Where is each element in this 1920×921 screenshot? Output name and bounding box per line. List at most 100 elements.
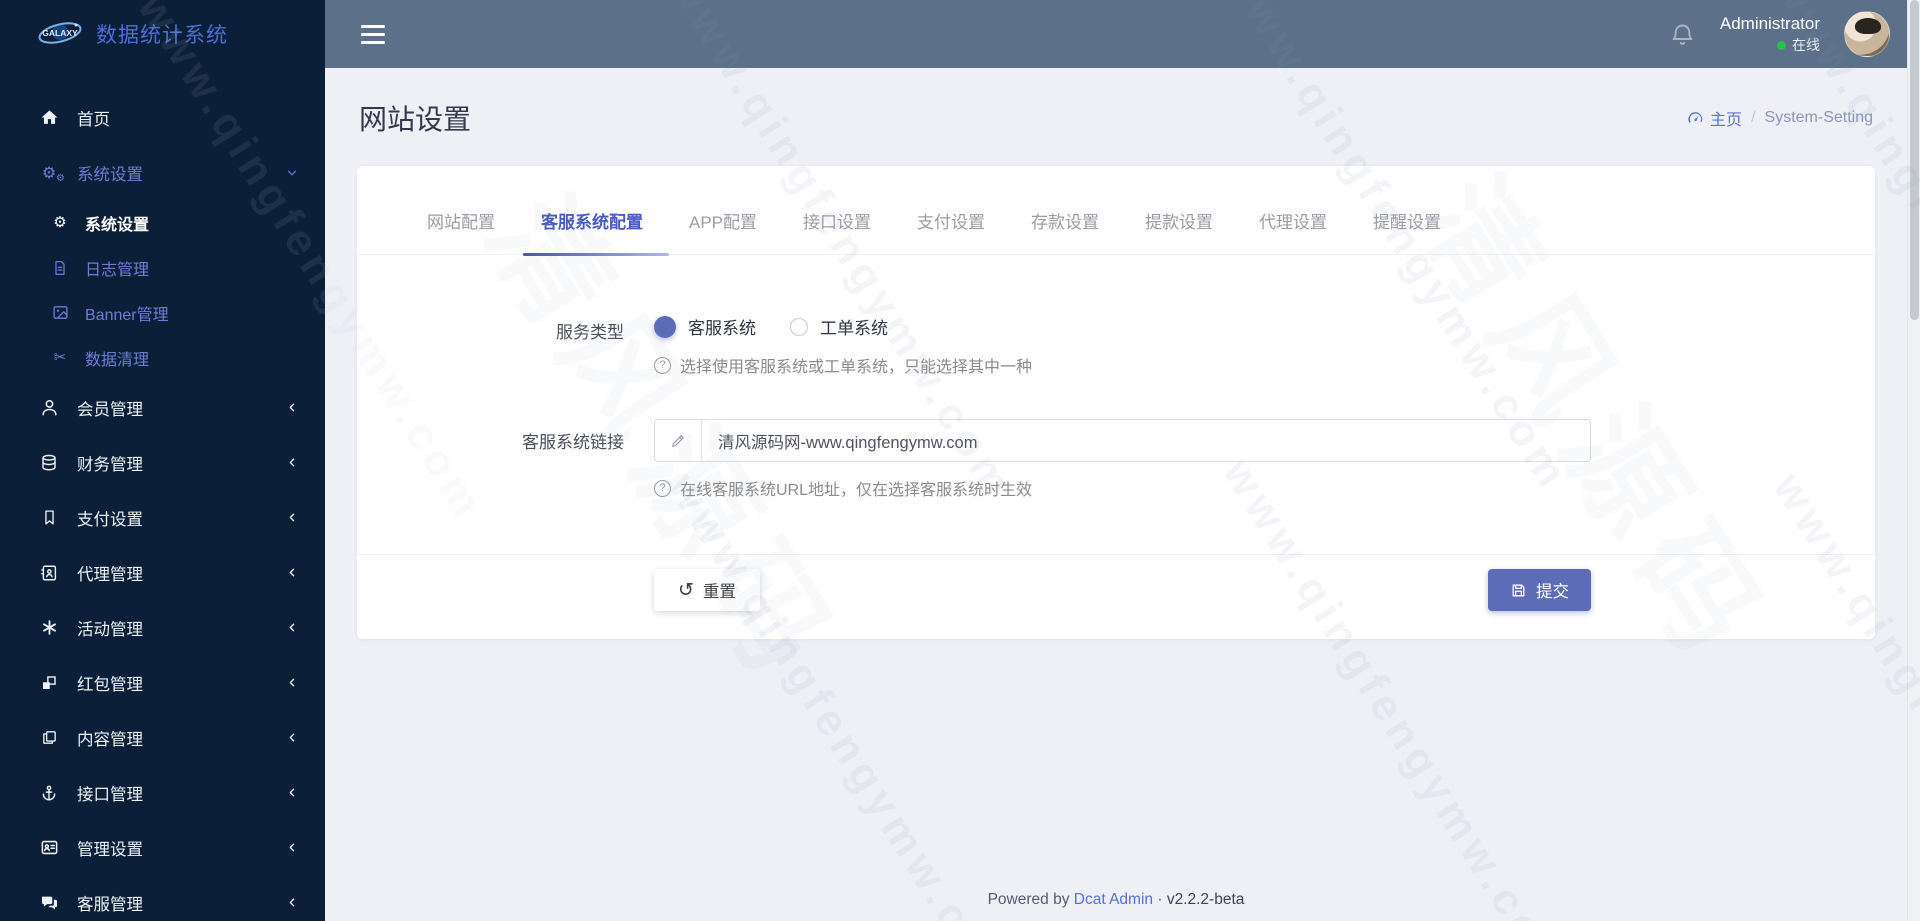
copy-icon <box>38 729 60 746</box>
burst-icon <box>38 619 60 636</box>
sidebar-subitem-banner-management[interactable]: Banner管理 <box>0 290 325 335</box>
form-footer: ↺ 重置 提交 <box>357 554 1875 639</box>
user-name: Administrator <box>1719 14 1820 34</box>
scrollbar-thumb[interactable] <box>1910 0 1919 320</box>
undo-icon: ↺ <box>678 578 694 601</box>
gears-icon: ⚙ ⚙ <box>41 162 65 184</box>
tab-bar: 网站配置 客服系统配置 APP配置 接口设置 支付设置 存款设置 提款设置 代理… <box>357 166 1875 256</box>
sidebar-subitem-log-management[interactable]: 日志管理 <box>0 245 325 290</box>
topbar-right: Administrator 在线 <box>1669 11 1890 57</box>
question-circle-icon: ? <box>654 356 671 374</box>
gear-icon: ⚙ <box>53 213 67 231</box>
sidebar-item-payment-settings[interactable]: 支付设置 <box>0 490 325 545</box>
reset-button[interactable]: ↺ 重置 <box>654 569 760 611</box>
svg-text:GALAXY: GALAXY <box>42 28 78 38</box>
breadcrumb: 主页 / System-Setting <box>1687 106 1873 130</box>
tab-app-config[interactable]: APP配置 <box>689 166 757 254</box>
main-area: Administrator 在线 网站设置 主页 / System-Settin… <box>325 0 1920 921</box>
hamburger-menu-button[interactable] <box>361 24 385 44</box>
chevron-left-icon <box>286 621 299 634</box>
chevron-left-icon <box>286 566 299 579</box>
sidebar-item-member-management[interactable]: 会员管理 <box>0 380 325 435</box>
settings-form: 服务类型 客服系统 工单系统 ? 选择使用客服系统或工单系统，只能选择其中一种 <box>357 255 1875 500</box>
chevron-left-icon <box>286 786 299 799</box>
service-link-label: 客服系统链接 <box>522 433 624 452</box>
user-status: 在线 <box>1720 36 1820 55</box>
tab-deposit-settings[interactable]: 存款设置 <box>1031 166 1099 254</box>
chevron-left-icon <box>286 731 299 744</box>
service-type-help: ? 选择使用客服系统或工单系统，只能选择其中一种 <box>654 353 1591 377</box>
service-link-input[interactable] <box>702 420 1590 461</box>
sidebar-item-admin-settings[interactable]: 管理设置 <box>0 820 325 875</box>
id-card-icon <box>38 838 60 857</box>
scissors-icon: ✂ <box>53 348 67 366</box>
tab-customer-service-config[interactable]: 客服系统配置 <box>523 166 669 256</box>
service-type-options: 客服系统 工单系统 <box>654 309 1591 339</box>
sidebar-item-customer-service-management[interactable]: 客服管理 <box>0 875 325 921</box>
version-text: v2.2.2-beta <box>1166 891 1245 908</box>
chevron-left-icon <box>286 896 299 909</box>
dcat-admin-link[interactable]: Dcat Admin <box>1074 891 1153 908</box>
logo[interactable]: GALAXY 数据统计系统 <box>0 0 325 68</box>
topbar: Administrator 在线 <box>325 0 1920 68</box>
sidebar-item-redpacket-management[interactable]: 红包管理 <box>0 655 325 710</box>
breadcrumb-home-link[interactable]: 主页 <box>1687 106 1742 130</box>
submit-button[interactable]: 提交 <box>1488 569 1591 611</box>
sidebar-subitem-system-settings[interactable]: ⚙ 系统设置 <box>0 200 325 245</box>
notification-bell-icon[interactable] <box>1669 21 1696 48</box>
scrollbar[interactable] <box>1907 0 1920 921</box>
tab-payment-settings[interactable]: 支付设置 <box>917 166 985 254</box>
sidebar-item-agent-management[interactable]: 代理管理 <box>0 545 325 600</box>
log-file-icon <box>50 260 70 276</box>
home-icon <box>38 108 60 127</box>
sidebar-item-content-management[interactable]: 内容管理 <box>0 710 325 765</box>
anchor-icon <box>38 784 60 802</box>
radio-ticket-system[interactable] <box>790 317 808 336</box>
sidebar-item-system-settings[interactable]: ⚙ ⚙ 系统设置 <box>0 145 325 200</box>
tab-website-config[interactable]: 网站配置 <box>427 166 495 254</box>
galaxy-logo-icon: GALAXY <box>38 22 82 44</box>
save-icon <box>1512 584 1525 596</box>
service-type-row: 服务类型 客服系统 工单系统 ? 选择使用客服系统或工单系统，只能选择其中一种 <box>357 309 1875 377</box>
chevron-left-icon <box>286 841 299 854</box>
user-info[interactable]: Administrator 在线 <box>1720 13 1820 55</box>
database-icon <box>38 454 60 472</box>
sidebar-item-home[interactable]: 首页 <box>0 90 325 145</box>
sidebar: GALAXY 数据统计系统 首页 ⚙ ⚙ 系统设置 ⚙ 系统设置 日志管理 Ba… <box>0 0 325 921</box>
chevron-left-icon <box>286 456 299 469</box>
sidebar-subitem-data-cleanup[interactable]: ✂ 数据清理 <box>0 335 325 380</box>
tab-reminder-settings[interactable]: 提醒设置 <box>1373 166 1441 254</box>
chevron-down-icon <box>285 166 299 180</box>
page-footer: Powered by Dcat Admin · v2.2.2-beta <box>987 891 1245 908</box>
address-book-icon <box>38 564 60 582</box>
sidebar-menu: 首页 ⚙ ⚙ 系统设置 ⚙ 系统设置 日志管理 Banner管理 ✂ 数据清理 … <box>0 68 325 921</box>
cubes-icon <box>38 674 60 692</box>
image-icon <box>50 304 70 321</box>
app-title: 数据统计系统 <box>96 24 228 47</box>
user-icon <box>38 398 60 417</box>
chevron-left-icon <box>286 401 299 414</box>
tab-withdraw-settings[interactable]: 提款设置 <box>1145 166 1213 254</box>
sidebar-item-finance-management[interactable]: 财务管理 <box>0 435 325 490</box>
service-link-help: ? 在线客服系统URL地址，仅在选择客服系统时生效 <box>654 476 1591 500</box>
tab-agent-settings[interactable]: 代理设置 <box>1259 166 1327 254</box>
sidebar-item-api-management[interactable]: 接口管理 <box>0 765 325 820</box>
dashboard-icon <box>1688 111 1703 123</box>
question-circle-icon: ? <box>654 479 671 497</box>
system-settings-submenu: ⚙ 系统设置 日志管理 Banner管理 ✂ 数据清理 <box>0 200 325 380</box>
content: 网站设置 主页 / System-Setting 网站配置 客服系统配置 APP… <box>325 68 1920 921</box>
tab-api-settings[interactable]: 接口设置 <box>803 166 871 254</box>
sidebar-item-activity-management[interactable]: 活动管理 <box>0 600 325 655</box>
radio-customer-service[interactable] <box>654 315 676 338</box>
online-dot-icon <box>1777 40 1786 50</box>
service-link-row: 客服系统链接 ? 在线客服系统URL地址，仅在选择客服系统时生效 <box>357 419 1875 500</box>
comments-icon <box>38 893 60 912</box>
service-type-label: 服务类型 <box>556 323 624 342</box>
avatar[interactable] <box>1844 11 1890 57</box>
page-title: 网站设置 <box>359 104 472 135</box>
breadcrumb-separator: / <box>1751 109 1756 126</box>
chevron-left-icon <box>286 511 299 524</box>
service-link-input-group <box>654 419 1591 462</box>
bookmark-icon <box>38 509 60 526</box>
page-head: 网站设置 主页 / System-Setting <box>357 98 1875 138</box>
